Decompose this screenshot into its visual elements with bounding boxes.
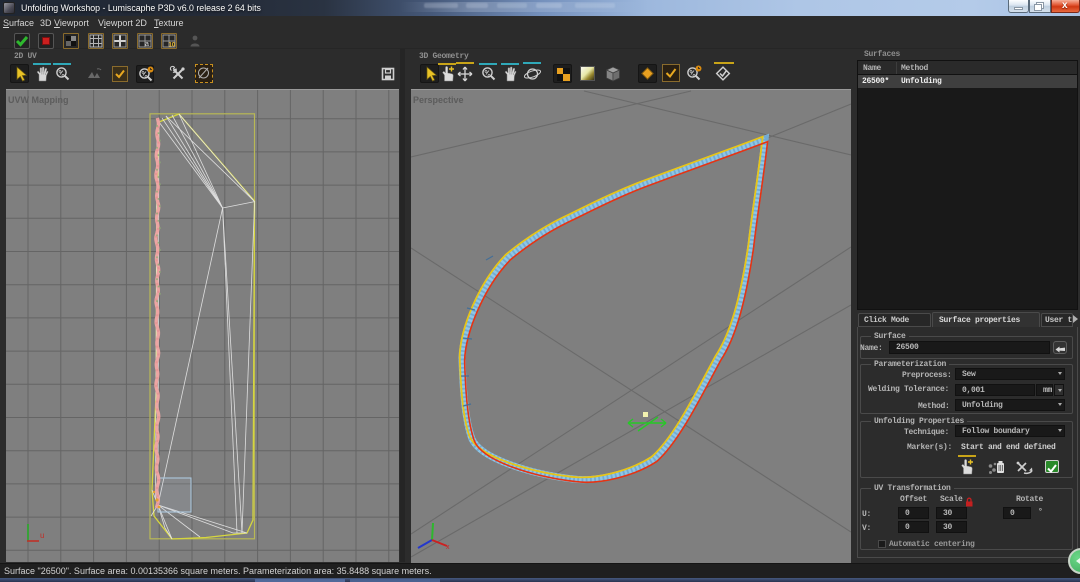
svg-text:10: 10 (169, 43, 176, 49)
svg-text:x: x (446, 544, 450, 551)
svg-text:u: u (40, 531, 44, 540)
svg-text:a: a (145, 41, 149, 48)
